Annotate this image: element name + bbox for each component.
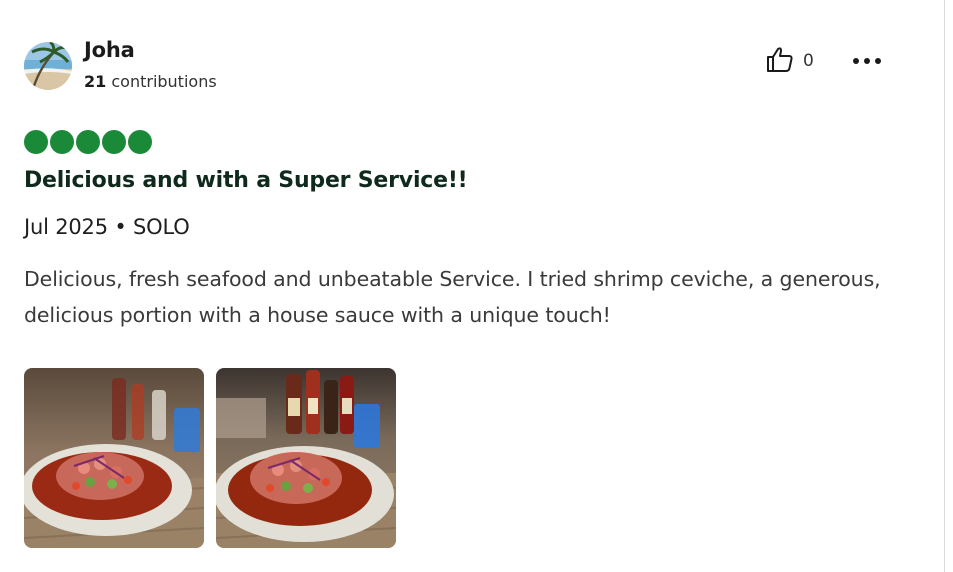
contributions: 21 contributions xyxy=(84,72,217,91)
avatar-beach-image xyxy=(24,42,72,90)
avatar[interactable] xyxy=(24,42,72,90)
ceviche-photo-2 xyxy=(216,368,396,548)
more-options-icon xyxy=(850,58,884,80)
helpful-vote-button[interactable]: 0 xyxy=(766,46,814,76)
author-name[interactable]: Joha xyxy=(84,38,135,62)
rating-bubble xyxy=(76,130,100,154)
rating-bubble xyxy=(102,130,126,154)
right-divider xyxy=(944,0,945,572)
review-photo[interactable] xyxy=(24,368,204,548)
helpful-count: 0 xyxy=(803,51,814,71)
ceviche-photo-1 xyxy=(24,368,204,548)
more-options-button[interactable] xyxy=(850,46,884,76)
thumbs-up-icon xyxy=(766,46,794,76)
review-meta: Jul 2025 • SOLO xyxy=(24,215,190,239)
rating-bubbles xyxy=(24,130,152,154)
review-text: Delicious, fresh seafood and unbeatable … xyxy=(24,267,881,327)
contributions-label: contributions xyxy=(111,72,217,91)
review-title[interactable]: Delicious and with a Super Service!! xyxy=(24,168,468,193)
rating-bubble xyxy=(24,130,48,154)
review-photo[interactable] xyxy=(216,368,396,548)
rating-bubble xyxy=(128,130,152,154)
contributions-count: 21 xyxy=(84,72,107,91)
rating-bubble xyxy=(50,130,74,154)
